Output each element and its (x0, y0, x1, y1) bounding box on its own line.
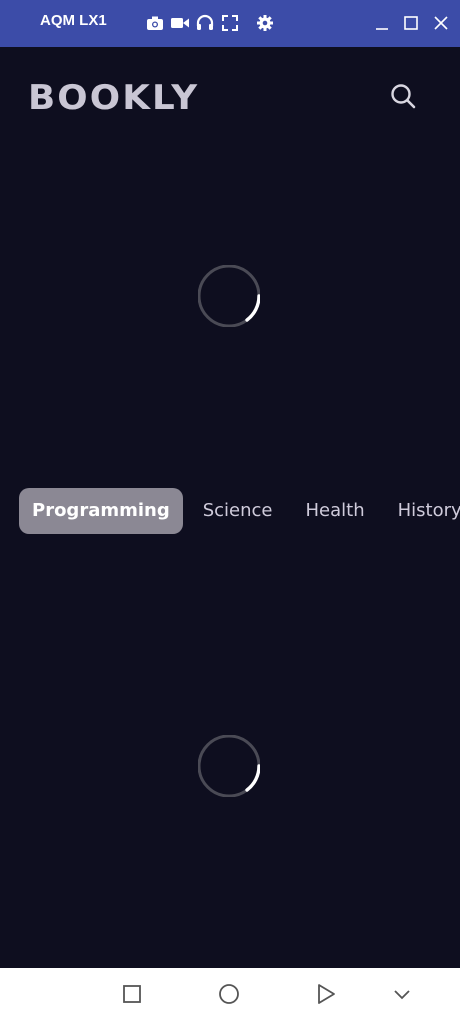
circle-icon[interactable] (217, 982, 241, 1006)
loading-spinner (198, 735, 260, 797)
close-icon[interactable] (431, 13, 451, 33)
tab-science[interactable]: Science (190, 488, 286, 534)
search-icon[interactable] (388, 81, 418, 111)
window-title: AQM LX1 (40, 12, 107, 29)
video-icon[interactable] (170, 13, 190, 33)
emulator-title-bar: AQM LX1 (0, 0, 460, 47)
tab-history[interactable]: History (385, 488, 460, 534)
tab-programming[interactable]: Programming (19, 488, 183, 534)
maximize-icon[interactable] (401, 13, 421, 33)
settings-icon[interactable] (255, 13, 275, 33)
app-logo: BOOKLY (28, 78, 200, 118)
fullscreen-icon[interactable] (220, 13, 240, 33)
app-screen: BOOKLY Programming Science Health Histor… (0, 47, 460, 968)
camera-icon[interactable] (145, 13, 165, 33)
play-icon[interactable] (314, 982, 338, 1006)
loading-spinner (198, 265, 260, 327)
emulator-nav-bar (0, 968, 460, 1020)
category-tabs: Programming Science Health History (19, 488, 460, 534)
minimize-icon[interactable] (372, 13, 392, 33)
tab-health[interactable]: Health (293, 488, 378, 534)
chevron-down-icon[interactable] (390, 982, 414, 1006)
square-icon[interactable] (120, 982, 144, 1006)
headphones-icon[interactable] (195, 13, 215, 33)
